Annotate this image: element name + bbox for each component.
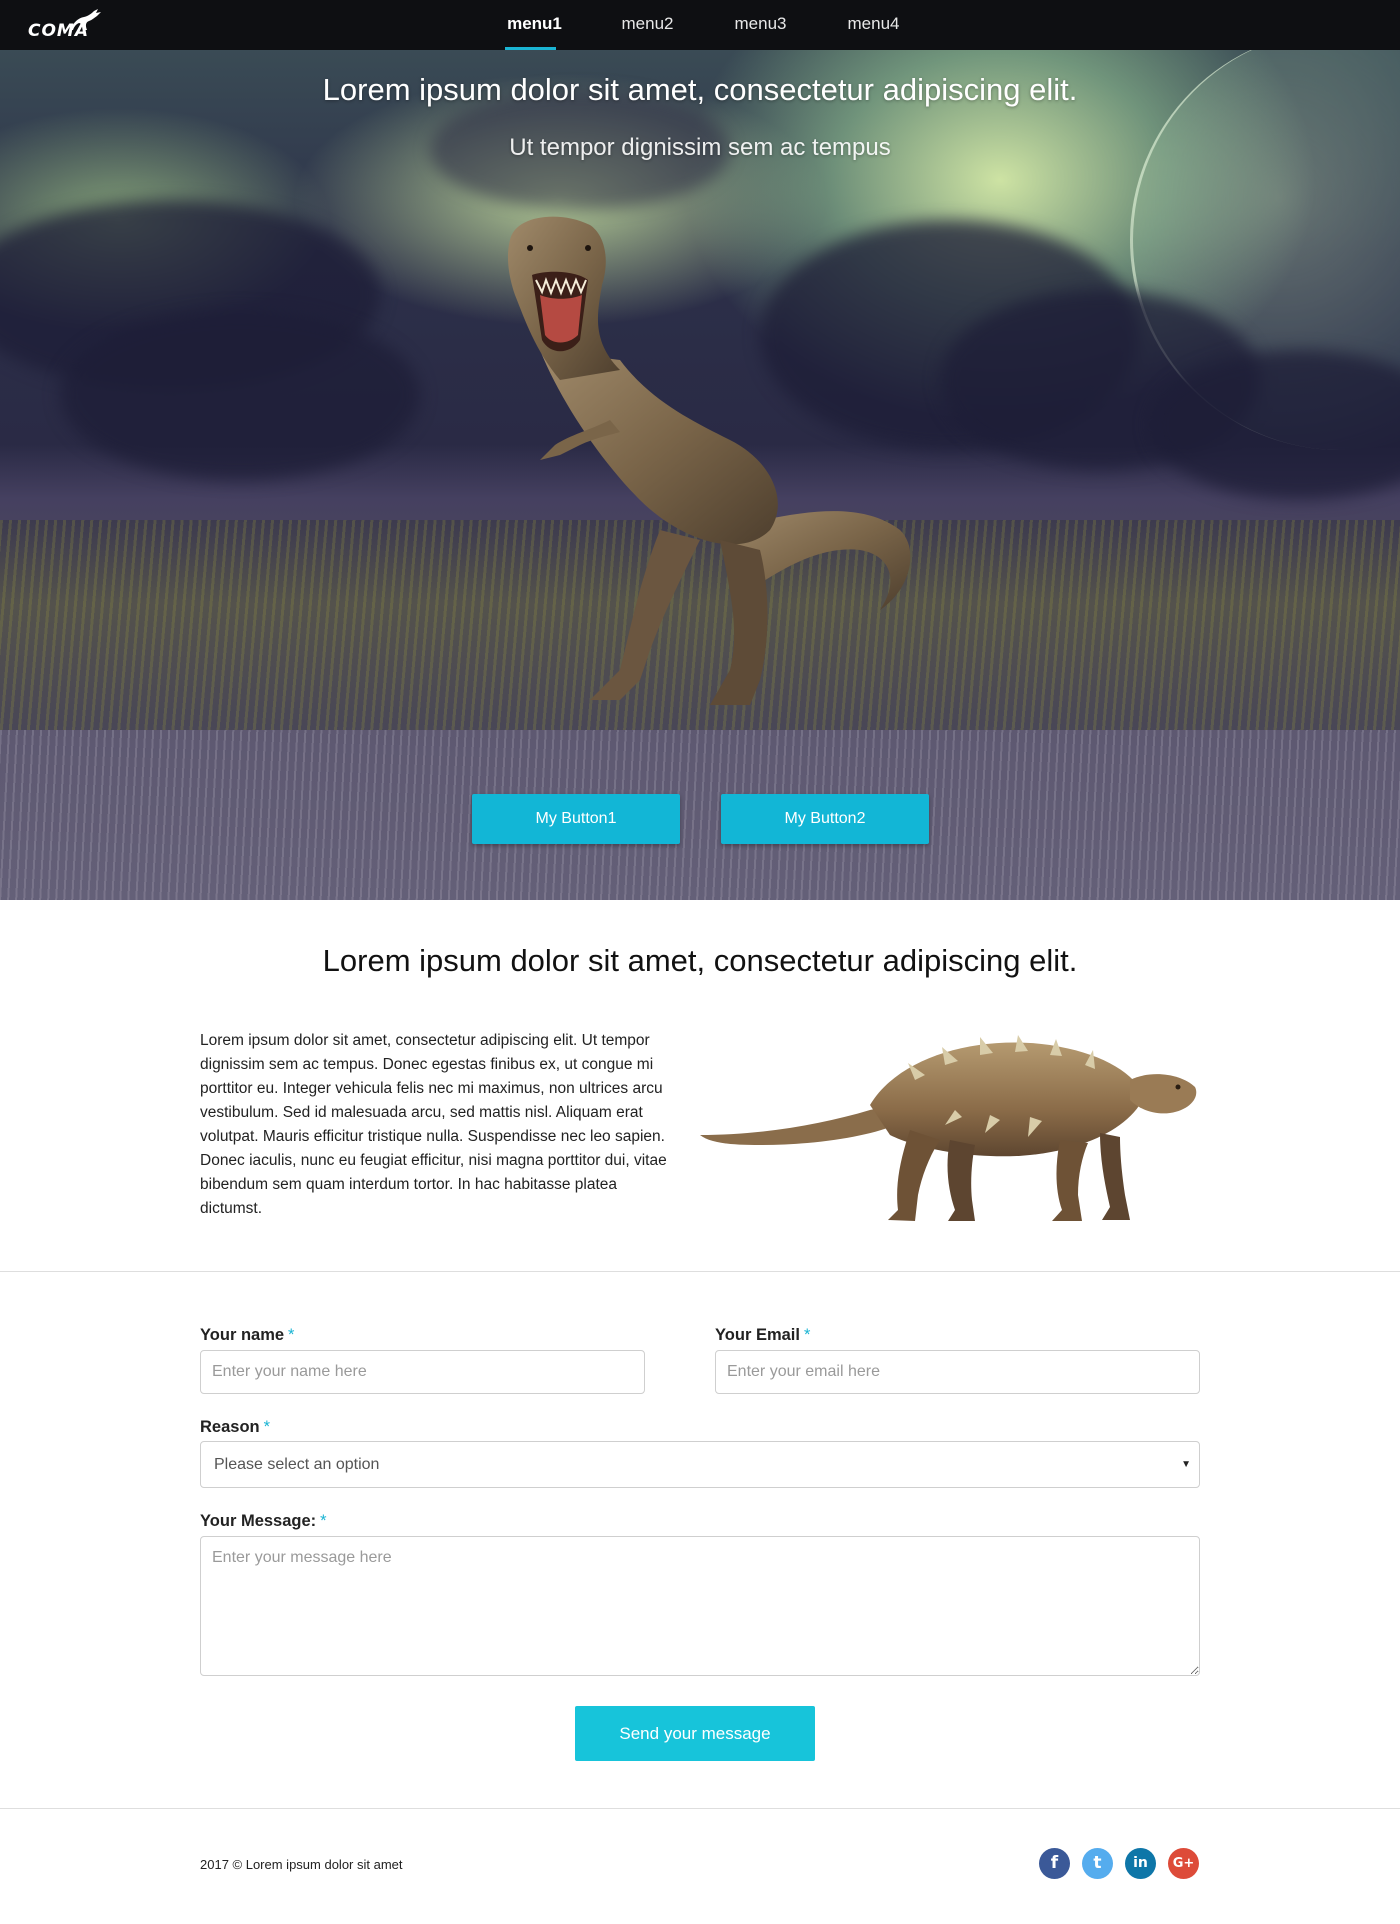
email-label-text: Your Email	[715, 1326, 800, 1344]
required-marker: *	[803, 1326, 811, 1344]
message-textarea[interactable]	[200, 1536, 1200, 1676]
menu-item-menu3[interactable]: menu3	[704, 0, 817, 50]
linkedin-icon[interactable]: in	[1125, 1848, 1156, 1879]
brand-logo[interactable]: COMA	[28, 8, 101, 42]
top-navbar: COMA menu1 menu2 menu3 menu4	[0, 0, 1400, 50]
name-input[interactable]	[200, 1350, 645, 1394]
send-message-button[interactable]: Send your message	[575, 1706, 815, 1761]
my-button-2[interactable]: My Button2	[721, 794, 929, 844]
hero-section: Lorem ipsum dolor sit amet, consectetur …	[0, 50, 1400, 730]
section-divider	[0, 1271, 1400, 1272]
reason-selected-value: Please select an option	[214, 1456, 380, 1473]
reason-label-text: Reason	[200, 1418, 260, 1436]
email-input[interactable]	[715, 1350, 1200, 1394]
message-label: Your Message: *	[200, 1512, 327, 1531]
google-plus-icon[interactable]: G+	[1168, 1848, 1199, 1879]
menu-item-menu2[interactable]: menu2	[591, 0, 704, 50]
email-label: Your Email *	[715, 1326, 810, 1345]
name-label-text: Your name	[200, 1326, 285, 1344]
logo-text: COMA	[28, 21, 90, 41]
t-rex-image	[507, 216, 911, 705]
reason-select[interactable]: Please select an option ▼	[200, 1441, 1200, 1488]
required-marker: *	[288, 1326, 295, 1344]
caret-down-icon: ▼	[1181, 1459, 1191, 1470]
cloud-graphic	[60, 310, 420, 480]
hero-button-band: My Button1 My Button2	[0, 730, 1400, 900]
ankylosaurus-image	[700, 1035, 1197, 1221]
message-label-text: Your Message:	[200, 1512, 317, 1530]
about-text: Lorem ipsum dolor sit amet, consectetur …	[200, 1032, 667, 1217]
my-button-1[interactable]: My Button1	[472, 794, 680, 844]
menu-item-menu4[interactable]: menu4	[817, 0, 930, 50]
facebook-icon[interactable]: f	[1039, 1848, 1070, 1879]
about-title: Lorem ipsum dolor sit amet, consectetur …	[322, 943, 1078, 978]
copyright-text: 2017 © Lorem ipsum dolor sit amet	[200, 1857, 403, 1872]
footer-divider	[0, 1808, 1400, 1809]
required-marker: *	[320, 1512, 327, 1530]
main-menu: menu1 menu2 menu3 menu4	[478, 0, 930, 50]
name-label: Your name *	[200, 1326, 294, 1345]
twitter-icon[interactable]: t	[1082, 1848, 1113, 1879]
required-marker: *	[263, 1418, 271, 1436]
reason-label: Reason *	[200, 1418, 270, 1437]
hero-subtitle: Ut tempor dignissim sem ac tempus	[509, 134, 891, 161]
hero-title: Lorem ipsum dolor sit amet, consectetur …	[322, 72, 1078, 107]
menu-item-menu1[interactable]: menu1	[478, 0, 591, 50]
